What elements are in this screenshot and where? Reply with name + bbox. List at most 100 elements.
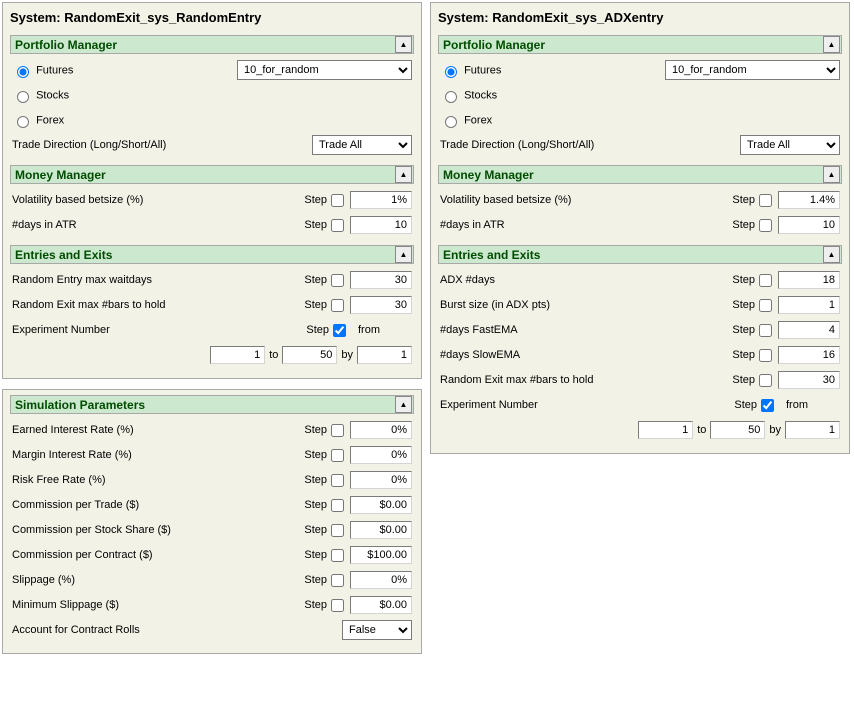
to-label: to [265,349,282,361]
contract-rolls-select[interactable]: False [342,620,412,640]
min-slippage-step-checkbox[interactable] [331,599,344,612]
atr-value-input[interactable] [778,216,840,234]
burst-size-label: Burst size (in ADX pts) [440,299,727,311]
slowema-value-input[interactable] [778,346,840,364]
commission-contract-value-input[interactable] [350,546,412,564]
atr-days-label: #days in ATR [12,219,299,231]
panel-b-title: System: RandomExit_sys_ADXentry [438,8,842,31]
stocks-radio-row: Stocks [12,88,412,103]
contract-rolls-label: Account for Contract Rolls [12,624,342,636]
futures-radio[interactable] [445,66,457,78]
experiment-step-checkbox[interactable] [333,324,346,337]
commission-trade-step-checkbox[interactable] [331,499,344,512]
money-header: Money Manager ▲ [10,165,414,184]
collapse-button[interactable]: ▲ [395,166,412,183]
stocks-label: Stocks [36,89,69,101]
collapse-button[interactable]: ▲ [395,36,412,53]
fastema-step-checkbox[interactable] [759,324,772,337]
earned-value-input[interactable] [350,421,412,439]
entries-header: Entries and Exits ▲ [10,245,414,264]
atr-step-checkbox[interactable] [331,219,344,232]
experiment-by-input[interactable] [785,421,840,439]
riskfree-rate-label: Risk Free Rate (%) [12,474,299,486]
margin-value-input[interactable] [350,446,412,464]
experiment-step-checkbox[interactable] [761,399,774,412]
atr-value-input[interactable] [350,216,412,234]
commission-contract-step-checkbox[interactable] [331,549,344,562]
volatility-value-input[interactable] [778,191,840,209]
portfolio-header: Portfolio Manager ▲ [10,35,414,54]
random-exit-value-input[interactable] [778,371,840,389]
random-entry-step-checkbox[interactable] [331,274,344,287]
commission-stock-value-input[interactable] [350,521,412,539]
min-slippage-value-input[interactable] [350,596,412,614]
futures-radio-row: Futures [12,63,237,78]
random-entry-value-input[interactable] [350,271,412,289]
random-exit-step-checkbox[interactable] [759,374,772,387]
slippage-step-checkbox[interactable] [331,574,344,587]
simulation-parameters-panel: Simulation Parameters ▲ Earned Interest … [2,389,422,654]
earned-step-checkbox[interactable] [331,424,344,437]
forex-radio[interactable] [17,116,29,128]
by-label: by [765,424,785,436]
money-body: Volatility based betsize (%) Step #days … [438,184,842,241]
burst-step-checkbox[interactable] [759,299,772,312]
slowema-step-checkbox[interactable] [759,349,772,362]
experiment-to-input[interactable] [282,346,337,364]
adx-value-input[interactable] [778,271,840,289]
portfolio-select[interactable]: 10_for_random [237,60,412,80]
slippage-label: Slippage (%) [12,574,299,586]
trade-direction-select[interactable]: Trade All [312,135,412,155]
experiment-to-input[interactable] [710,421,765,439]
stocks-radio[interactable] [17,91,29,103]
step-label: Step [727,349,759,361]
portfolio-select[interactable]: 10_for_random [665,60,840,80]
random-exit-value-input[interactable] [350,296,412,314]
collapse-button[interactable]: ▲ [823,246,840,263]
panel-a-title: System: RandomExit_sys_RandomEntry [10,8,414,31]
collapse-button[interactable]: ▲ [395,246,412,263]
experiment-number-label: Experiment Number [12,324,301,336]
system-random-entry-panel: System: RandomExit_sys_RandomEntry Portf… [2,2,422,379]
random-exit-step-checkbox[interactable] [331,299,344,312]
riskfree-value-input[interactable] [350,471,412,489]
margin-step-checkbox[interactable] [331,449,344,462]
fastema-label: #days FastEMA [440,324,727,336]
portfolio-header: Portfolio Manager ▲ [438,35,842,54]
money-header: Money Manager ▲ [438,165,842,184]
portfolio-body: Futures 10_for_random Stocks Forex [10,54,414,161]
atr-step-checkbox[interactable] [759,219,772,232]
volatility-step-checkbox[interactable] [759,194,772,207]
slippage-value-input[interactable] [350,571,412,589]
to-label: to [693,424,710,436]
experiment-from-input[interactable] [638,421,693,439]
step-label: Step [301,324,333,336]
collapse-button[interactable]: ▲ [823,36,840,53]
burst-value-input[interactable] [778,296,840,314]
step-label: Step [299,194,331,206]
collapse-button[interactable]: ▲ [823,166,840,183]
volatility-step-checkbox[interactable] [331,194,344,207]
futures-radio[interactable] [17,66,29,78]
fastema-value-input[interactable] [778,321,840,339]
step-label: Step [299,424,331,436]
futures-label: Futures [464,64,501,76]
slowema-label: #days SlowEMA [440,349,727,361]
step-label: Step [729,399,761,411]
forex-radio[interactable] [445,116,457,128]
trade-direction-select[interactable]: Trade All [740,135,840,155]
collapse-button[interactable]: ▲ [395,396,412,413]
entries-body: Random Entry max waitdays Step Random Ex… [10,264,414,371]
volatility-value-input[interactable] [350,191,412,209]
simulation-body: Earned Interest Rate (%) Step Margin Int… [10,414,414,646]
commission-stock-step-checkbox[interactable] [331,524,344,537]
stocks-radio[interactable] [445,91,457,103]
commission-trade-value-input[interactable] [350,496,412,514]
riskfree-step-checkbox[interactable] [331,474,344,487]
adx-step-checkbox[interactable] [759,274,772,287]
experiment-from-input[interactable] [210,346,265,364]
commission-contract-label: Commission per Contract ($) [12,549,299,561]
money-body: Volatility based betsize (%) Step #days … [10,184,414,241]
experiment-by-input[interactable] [357,346,412,364]
experiment-range-row: to by [440,419,840,441]
